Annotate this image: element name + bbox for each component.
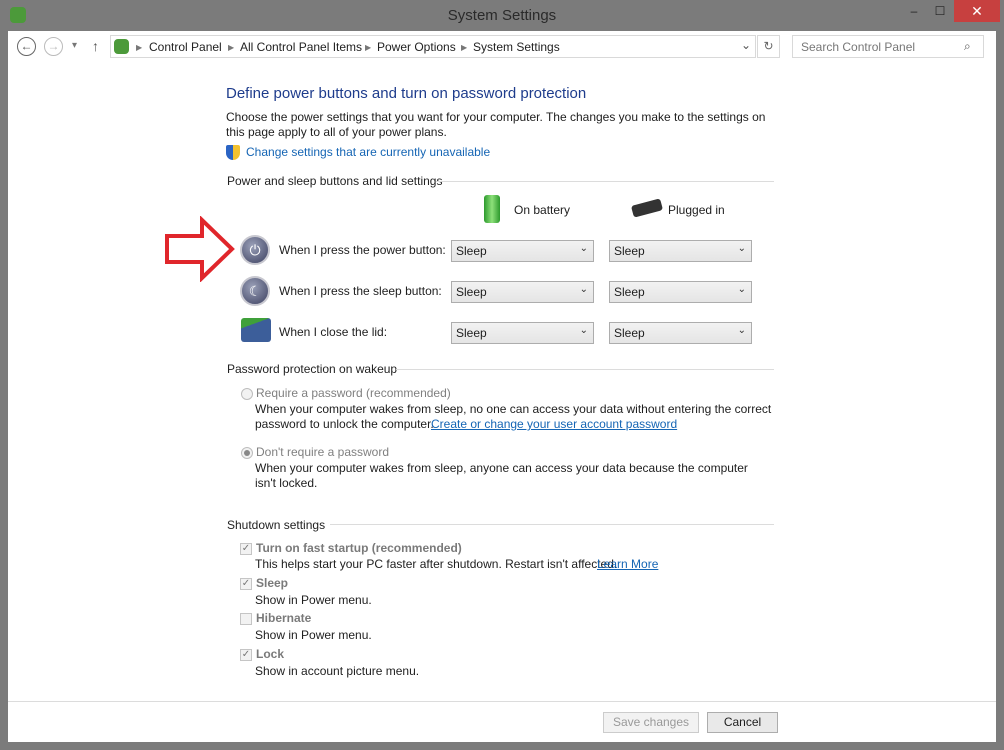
breadcrumb-separator: ▶ [365,43,372,52]
sleep-checkbox[interactable]: ✓ [240,578,252,590]
breadcrumb-system-settings[interactable]: System Settings [473,40,560,54]
chevron-down-icon: ⌄ [737,284,746,295]
selected-value: Sleep [614,285,645,299]
page-title: Define power buttons and turn on passwor… [226,85,587,102]
search-icon: ⌕ [964,39,971,53]
breadcrumb-separator: ▶ [136,43,143,52]
sleep-button-plugged-select[interactable]: Sleep ⌄ [609,281,752,303]
sleep-label: Sleep [256,576,289,590]
selected-value: Sleep [456,326,487,340]
require-password-radio[interactable] [241,388,253,400]
dont-require-password-label: Don't require a password [256,445,390,459]
require-password-desc2: password to unlock the computer. [255,417,434,431]
hibernate-checkbox[interactable] [240,613,252,625]
minimize-button[interactable]: – [900,0,928,22]
lid-battery-select[interactable]: Sleep ⌄ [451,322,594,344]
power-group-label: Power and sleep buttons and lid settings [227,174,443,188]
uac-shield-icon [226,145,240,160]
learn-more-link[interactable]: Learn More [597,557,658,572]
chevron-down-icon: ⌄ [579,325,588,336]
breadcrumb-power-options[interactable]: Power Options [377,40,456,54]
breadcrumb-separator: ▶ [461,43,468,52]
chevron-down-icon: ⌄ [737,325,746,336]
lock-label: Lock [256,647,285,661]
window-title: System Settings [447,7,557,24]
dont-require-password-radio[interactable] [241,447,253,459]
fast-startup-desc: This helps start your PC faster after sh… [255,557,618,571]
refresh-button[interactable]: ↻ [757,35,780,58]
close-button[interactable]: ✕ [954,0,1000,22]
control-panel-icon [114,39,129,54]
recent-pages-button[interactable]: ▾ [72,40,77,51]
maximize-button[interactable]: ☐ [926,0,954,22]
sleep-desc: Show in Power menu. [255,593,372,607]
power-button-label: When I press the power button: [279,243,446,257]
address-dropdown-icon[interactable]: ⌄ [741,38,751,52]
divider [436,181,774,182]
back-button[interactable]: ← [17,37,36,56]
require-password-desc: When your computer wakes from sleep, no … [255,402,772,416]
power-button-plugged-select[interactable]: Sleep ⌄ [609,240,752,262]
footer-divider [8,701,996,702]
change-settings-link[interactable]: Change settings that are currently unava… [246,145,490,160]
breadcrumb-all-items[interactable]: All Control Panel Items [240,40,362,54]
sleep-button-battery-select[interactable]: Sleep ⌄ [451,281,594,303]
divider [396,369,774,370]
fast-startup-label: Turn on fast startup (recommended) [256,541,462,555]
forward-button[interactable]: → [44,37,63,56]
sleep-button-label: When I press the sleep button: [279,284,442,298]
lid-plugged-select[interactable]: Sleep ⌄ [609,322,752,344]
red-arrow-annotation [165,216,235,282]
search-input[interactable]: Search Control Panel [792,35,984,58]
lock-checkbox[interactable]: ✓ [240,649,252,661]
power-button-battery-select[interactable]: Sleep ⌄ [451,240,594,262]
cancel-button[interactable]: Cancel [707,712,778,733]
close-lid-label: When I close the lid: [279,325,388,339]
lock-desc: Show in account picture menu. [255,664,420,678]
require-password-label: Require a password (recommended) [256,386,451,400]
fast-startup-checkbox[interactable]: ✓ [240,543,252,555]
selected-value: Sleep [456,285,487,299]
power-button-icon: ⏻ [240,235,270,265]
selected-value: Sleep [614,244,645,258]
intro-text: Choose the power settings that you want … [226,110,766,139]
divider [330,524,774,525]
selected-value: Sleep [456,244,487,258]
chevron-down-icon: ⌄ [579,243,588,254]
password-group-label: Password protection on wakeup [227,362,398,376]
up-button[interactable]: ↑ [92,38,99,54]
col-on-battery: On battery [514,203,571,217]
save-changes-button[interactable]: Save changes [603,712,699,733]
shutdown-group-label: Shutdown settings [227,518,326,532]
hibernate-desc: Show in Power menu. [255,628,372,642]
selected-value: Sleep [614,326,645,340]
change-password-link[interactable]: Create or change your user account passw… [431,417,677,432]
chevron-down-icon: ⌄ [737,243,746,254]
battery-icon [484,195,500,223]
chevron-down-icon: ⌄ [579,284,588,295]
laptop-lid-icon [241,318,271,342]
hibernate-label: Hibernate [256,611,312,625]
breadcrumb-separator: ▶ [228,43,235,52]
breadcrumb-control-panel[interactable]: Control Panel [149,40,222,54]
sleep-button-icon: ☾ [240,276,270,306]
dont-require-password-desc: When your computer wakes from sleep, any… [255,461,748,490]
col-plugged-in: Plugged in [668,203,725,217]
